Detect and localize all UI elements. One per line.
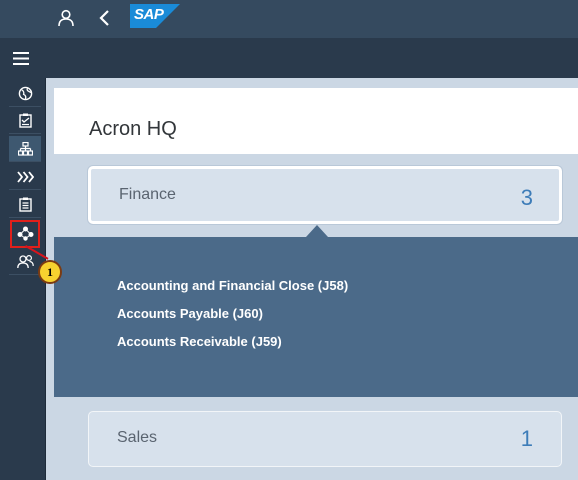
checklist-icon	[18, 113, 32, 128]
tile-finance-count: 3	[520, 185, 533, 210]
chevron-left-icon	[99, 10, 109, 26]
sap-logo-text: SAP	[134, 6, 164, 23]
nav-item-process[interactable]	[9, 164, 41, 190]
finance-link-list: Accounting and Financial Close (J58) Acc…	[117, 278, 348, 362]
finance-expanded-panel: Accounting and Financial Close (J58) Acc…	[54, 237, 578, 397]
back-button[interactable]	[90, 3, 120, 33]
org-chart-icon	[17, 141, 33, 156]
nav-item-connections[interactable]	[10, 220, 40, 248]
panel-pointer	[306, 225, 328, 237]
clipboard-icon	[18, 197, 32, 212]
connections-icon	[17, 226, 33, 241]
nav-item-checklist[interactable]	[9, 108, 41, 134]
tile-sales-label: Sales	[117, 429, 158, 446]
chevrons-right-icon	[16, 170, 34, 183]
sub-header-bar	[0, 38, 578, 78]
user-profile-button[interactable]	[51, 3, 81, 33]
tile-sales-count: 1	[520, 426, 533, 451]
page-header: Acron HQ	[54, 88, 578, 154]
user-icon	[58, 9, 74, 27]
globe-icon	[18, 86, 32, 101]
users-icon	[16, 254, 34, 269]
sap-logo[interactable]: SAP	[130, 4, 180, 28]
tile-finance[interactable]: Finance 3	[88, 166, 562, 224]
hamburger-icon	[13, 51, 29, 65]
callout-marker: 1	[38, 260, 62, 284]
link-accounts-receivable[interactable]: Accounts Receivable (J59)	[117, 334, 348, 362]
menu-button[interactable]	[8, 48, 34, 68]
nav-item-clipboard[interactable]	[9, 192, 41, 218]
tile-finance-label: Finance	[119, 186, 176, 203]
link-accounting-financial-close[interactable]: Accounting and Financial Close (J58)	[117, 278, 348, 306]
page-title: Acron HQ	[89, 118, 177, 140]
tile-sales[interactable]: Sales 1	[88, 411, 562, 467]
link-accounts-payable[interactable]: Accounts Payable (J60)	[117, 306, 348, 334]
nav-item-org-chart[interactable]	[9, 136, 41, 162]
nav-item-globe[interactable]	[9, 81, 41, 107]
shell-bar: SAP	[0, 0, 578, 38]
